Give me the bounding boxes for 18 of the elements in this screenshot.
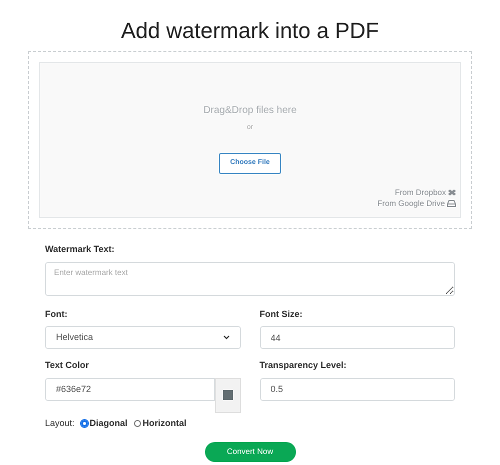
chevron-icon (222, 335, 230, 340)
field-label: Watermark Text: (45, 243, 116, 256)
field-label: Font Size: (260, 308, 304, 320)
layout-radio[interactable]: Diagonal (80, 416, 128, 430)
watermark-text-field[interactable]: Enter watermark text (45, 262, 455, 296)
field-label: Transparency Level: (260, 359, 348, 372)
font-size-field[interactable]: 44 (260, 326, 455, 349)
font-select[interactable]: Helvetica (45, 326, 240, 349)
layout-label: Layout: (45, 416, 75, 430)
field-label: Text Color (45, 359, 90, 372)
color-picker-button[interactable] (214, 378, 240, 412)
dropzone-prompt: Drag&Drop files here (203, 104, 297, 118)
drive-icon (447, 200, 456, 207)
page-title: Add watermark into a PDF (121, 17, 379, 45)
text-color-field[interactable]: #636e72 (45, 378, 214, 400)
layout-radio[interactable]: Horizontal (134, 416, 187, 430)
transparency-field[interactable]: 0.5 (260, 378, 455, 400)
field-label: Font: (45, 308, 68, 320)
